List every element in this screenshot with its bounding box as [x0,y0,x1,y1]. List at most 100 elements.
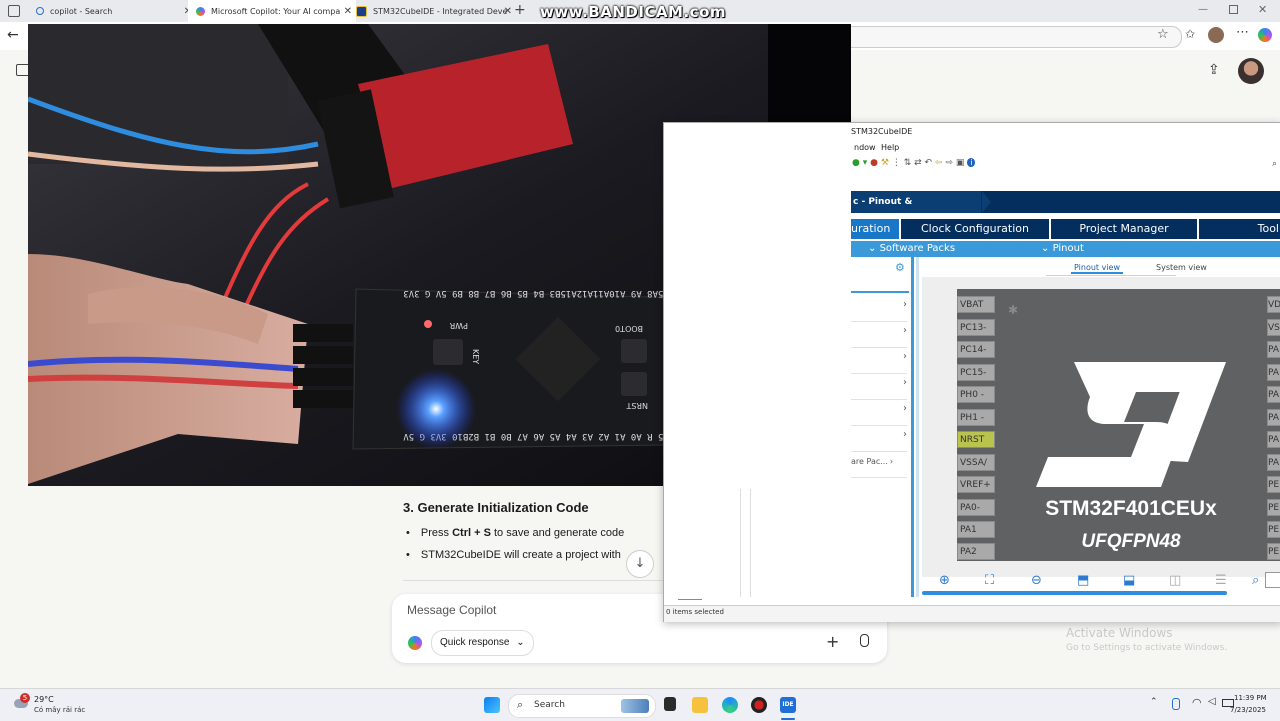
favorite-star-icon[interactable]: ☆ [1157,27,1169,42]
debug-icon[interactable]: ▾ [863,158,868,168]
pin-pa1[interactable]: PA1 [957,521,995,538]
pin-right[interactable]: PE [1267,476,1280,493]
pin-pc13[interactable]: PC13- [957,319,995,336]
settings-gear-icon[interactable]: ⚙ [895,261,905,274]
tab-tools[interactable]: Tool [1199,219,1280,239]
share-icon[interactable]: ⇪ [1208,62,1220,78]
toolbar-icon[interactable]: ↶ [925,158,933,168]
pinout-menu[interactable]: ⌄ Pinout [1041,241,1084,257]
microphone-icon[interactable] [860,634,869,647]
pin-pc14[interactable]: PC14- [957,341,995,358]
message-input[interactable]: Message Copilot [407,603,496,617]
clock-time[interactable]: 11:39 PM [1234,694,1267,702]
pin-search-field[interactable] [1265,572,1280,588]
pin-pc15[interactable]: PC15- [957,364,995,381]
pinout-view-tab[interactable]: Pinout view [1071,263,1124,274]
pin-pa2[interactable]: PA2 [957,543,995,560]
pin-right[interactable]: PA [1267,364,1280,381]
system-view-tab[interactable]: System view [1156,263,1207,272]
tab-project-manager[interactable]: Project Manager [1051,219,1197,239]
software-packs-menu[interactable]: ⌄ Software Packs [868,241,955,257]
close-window-icon[interactable]: ✕ [1258,3,1267,16]
clock-date[interactable]: 7/23/2025 [1230,706,1266,714]
toolbar-icon[interactable]: ⇅ [904,158,912,168]
windows-start-icon[interactable] [484,697,500,713]
restore-icon[interactable] [1229,5,1238,14]
zoom-in-icon[interactable]: ⊕ [939,573,950,588]
file-explorer-icon[interactable] [692,697,708,713]
task-view-icon[interactable] [664,697,676,711]
pin-right[interactable]: PE [1267,521,1280,538]
toolbar-icon[interactable]: ⇄ [914,158,922,168]
bandicam-icon[interactable] [751,697,767,713]
pin-right[interactable]: PA [1267,409,1280,426]
url-field[interactable] [840,26,1182,48]
rotate-left-icon[interactable]: ⬒ [1077,573,1089,588]
pin-right[interactable]: VS [1267,319,1280,336]
microphone-icon[interactable] [1172,698,1180,710]
show-hidden-icons[interactable]: ⌃ [1150,697,1158,707]
pin-right[interactable]: PA [1267,454,1280,471]
tab-pinout-configuration[interactable]: uration [851,219,899,239]
pin-vref[interactable]: VREF+ [957,476,995,493]
stm32cubeide-taskbar-icon[interactable]: IDE [780,697,796,713]
pin-right[interactable]: PA [1267,431,1280,448]
user-avatar[interactable] [1238,58,1264,84]
back-icon[interactable]: ← [7,27,19,43]
pin-nrst[interactable]: NRST [957,431,995,448]
pin-vssa[interactable]: VSSA/ [957,454,995,471]
breadcrumb[interactable]: c - Pinout & Configuration [851,191,981,229]
pin-ph0[interactable]: PH0 - [957,386,995,403]
add-icon[interactable]: + [826,632,839,651]
split-view-icon[interactable]: ◫ [1169,573,1181,588]
list-view-icon[interactable]: ☰ [1215,573,1227,588]
weather-widget[interactable]: 5 29°C Có mây rải rác [12,693,102,717]
close-tab-icon[interactable]: ✕ [504,6,512,17]
pin-pa0[interactable]: PA0- [957,499,995,516]
scroll-down-button[interactable]: ↓ [626,550,654,578]
tab-copilot-search[interactable]: copilot - Search ✕ [28,0,196,22]
pin-right[interactable]: PE [1267,543,1280,560]
pin-ph1[interactable]: PH1 - [957,409,995,426]
info-icon[interactable]: i [967,158,976,167]
horizontal-scrollbar[interactable] [922,591,1227,595]
quick-response-dropdown[interactable]: Quick response ⌄ [431,630,534,656]
category-item[interactable]: › [851,403,907,426]
tab-stm32cubeide[interactable]: STM32CubeIDE - Integrated Deve ✕ [348,0,516,22]
panel-splitter[interactable] [916,257,919,597]
category-item[interactable]: › [851,377,907,400]
toolbar-icon[interactable]: ⇦ [935,158,943,168]
more-icon[interactable]: ⋯ [1236,25,1249,40]
volume-icon[interactable]: ◁ [1208,696,1216,707]
pin-right[interactable]: PE [1267,499,1280,516]
pin-right[interactable]: VD [1267,296,1280,313]
edge-icon[interactable] [722,697,738,713]
external-tools-icon[interactable]: ● [870,158,878,168]
copilot-sidebar-icon[interactable] [1258,28,1272,42]
menu-item-help[interactable]: Help [881,143,899,152]
toolbar-icon[interactable]: ▣ [956,158,965,168]
run-icon[interactable]: ● [852,158,860,168]
favorites-icon[interactable]: ✩ [1185,27,1195,41]
pin-right[interactable]: PA [1267,341,1280,358]
fit-to-window-icon[interactable]: ⛶ [985,573,994,588]
pin-vbat[interactable]: VBAT [957,296,995,313]
category-item[interactable]: › [851,351,907,374]
search-icon[interactable]: ⌕ [1272,159,1277,169]
search-icon[interactable]: ⌕ [1252,573,1259,588]
taskbar-search[interactable]: ⌕ Search [508,694,656,718]
category-item-software-packs[interactable]: are Pac... › [851,457,907,478]
tab-actions-icon[interactable] [8,5,20,17]
pin-right[interactable]: PA [1267,386,1280,403]
category-item[interactable]: › [851,325,907,348]
wifi-icon[interactable]: ◠ [1192,696,1202,709]
tab-microsoft-copilot[interactable]: Microsoft Copilot: Your AI compa ✕ [188,0,356,22]
zoom-out-icon[interactable]: ⊖ [1031,573,1042,588]
category-item[interactable]: › [851,299,907,322]
build-icon[interactable]: ⚒ [881,158,889,168]
category-item[interactable]: › [851,429,907,452]
menu-item-window[interactable]: ndow [854,143,876,152]
new-tab-icon[interactable]: + [514,2,526,18]
toolbar-icon[interactable]: ⇨ [945,158,953,168]
toolbar-icon[interactable]: ⋮ [892,158,901,168]
